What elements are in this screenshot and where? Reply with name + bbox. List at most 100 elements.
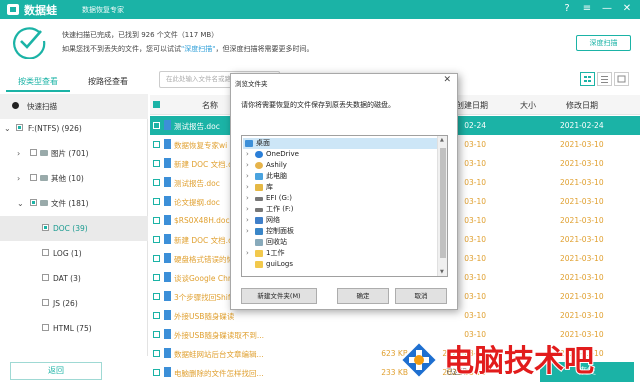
chevron-right-icon[interactable]: › (17, 166, 20, 191)
grid-view-icon[interactable] (580, 72, 595, 86)
chevron-right-icon[interactable]: › (17, 141, 20, 166)
tab-by-path[interactable]: 按路径查看 (76, 72, 140, 92)
file-name: 外接USB随身碟读 (174, 312, 235, 321)
tree-node-desktop[interactable]: 桌面 (243, 138, 438, 149)
row-checkbox[interactable] (153, 293, 160, 300)
folder-icon (40, 200, 48, 206)
row-checkbox[interactable] (153, 312, 160, 319)
tree-node-control-panel[interactable]: › 控制面板 (243, 226, 438, 237)
row-checkbox[interactable] (153, 141, 160, 148)
ok-button[interactable]: 确定 (337, 288, 389, 304)
back-button[interactable]: 返回 (10, 362, 102, 380)
scroll-thumb[interactable] (440, 148, 446, 258)
tree-node-label: Ashily (266, 161, 287, 169)
chevron-down-icon[interactable]: ⌄ (4, 116, 11, 141)
tree-item-dat[interactable]: DAT (3) (0, 266, 148, 291)
folder-tree[interactable]: 桌面 › OneDrive › Ashily › 此电脑 › 库 › EFI (… (241, 135, 448, 277)
tree-node-label: EFI (G:) (266, 194, 292, 202)
tree-node-onedrive[interactable]: › OneDrive (243, 149, 438, 160)
list-view-icon[interactable] (597, 72, 612, 86)
help-icon[interactable]: ? (560, 2, 574, 16)
detail-view-icon[interactable] (614, 72, 629, 86)
row-checkbox[interactable] (153, 122, 160, 129)
file-modified: 2021-03-10 (560, 311, 604, 320)
chevron-right-icon[interactable]: › (246, 248, 249, 259)
select-all-checkbox[interactable] (153, 101, 160, 108)
tree-item-html[interactable]: HTML (75) (0, 316, 148, 341)
close-icon[interactable]: ✕ (620, 2, 634, 16)
checkbox[interactable] (16, 124, 23, 131)
cancel-button[interactable]: 取消 (395, 288, 447, 304)
tree-node-work-folder[interactable]: › 1工作 (243, 248, 438, 259)
row-checkbox[interactable] (153, 331, 160, 338)
row-checkbox[interactable] (153, 217, 160, 224)
checkbox[interactable] (30, 174, 37, 181)
chevron-right-icon[interactable]: › (246, 171, 249, 182)
checkbox[interactable] (42, 324, 49, 331)
tree-node-label: guiLogs (266, 260, 293, 268)
file-name: 电脑删除的文件怎样找回... (174, 369, 264, 378)
tree-node-guilogs[interactable]: guiLogs (243, 259, 438, 270)
checkbox[interactable] (42, 274, 49, 281)
row-checkbox[interactable] (153, 274, 160, 281)
scan-complete-check-icon (13, 27, 46, 59)
column-modified[interactable]: 修改日期 (566, 100, 598, 111)
tree-node-this-pc[interactable]: › 此电脑 (243, 171, 438, 182)
file-modified: 2021-03-10 (560, 292, 604, 301)
tree-node-library[interactable]: › 库 (243, 182, 438, 193)
dialog-close-icon[interactable]: ✕ (443, 75, 451, 85)
chevron-right-icon[interactable]: › (246, 226, 249, 237)
row-checkbox[interactable] (153, 369, 160, 376)
tree-node-label: 此电脑 (266, 172, 287, 180)
tree-item-other[interactable]: › 其他 (10) (0, 166, 148, 191)
dialog-message: 请你将需要恢复的文件保存到原丢失数据的磁盘。 (241, 101, 395, 109)
tree-item-label: F:(NTFS) (926) (28, 124, 82, 133)
chevron-right-icon[interactable]: › (246, 193, 249, 204)
doc-file-icon (164, 310, 171, 320)
row-checkbox[interactable] (153, 236, 160, 243)
menu-icon[interactable]: ≡ (580, 2, 594, 16)
app-subtitle: 数据恢复专家 (82, 6, 124, 14)
tree-item-label: HTML (75) (53, 324, 92, 333)
tree-item-log[interactable]: LOG (1) (0, 241, 148, 266)
row-checkbox[interactable] (153, 350, 160, 357)
chevron-down-icon[interactable]: ⌄ (17, 191, 24, 216)
tree-node-efi[interactable]: › EFI (G:) (243, 193, 438, 204)
checkbox[interactable] (30, 149, 37, 156)
chevron-right-icon[interactable]: › (246, 215, 249, 226)
tree-item-drive-f[interactable]: ⌄ F:(NTFS) (926) (0, 116, 148, 141)
checkbox[interactable] (42, 249, 49, 256)
checkbox[interactable] (42, 299, 49, 306)
chevron-right-icon[interactable]: › (246, 182, 249, 193)
minimize-icon[interactable]: — (600, 2, 614, 16)
column-size[interactable]: 大小 (520, 100, 536, 111)
chevron-right-icon[interactable]: › (246, 160, 249, 171)
checkbox[interactable] (30, 199, 37, 206)
tree-node-network[interactable]: › 网络 (243, 215, 438, 226)
column-name[interactable]: 名称 (202, 100, 218, 111)
browse-folder-dialog: 浏览文件夹 ✕ 请你将需要恢复的文件保存到原丢失数据的磁盘。 桌面 › OneD… (230, 73, 458, 310)
tree-item-doc[interactable]: DOC (39) (0, 216, 148, 241)
checkbox[interactable] (42, 224, 49, 231)
tab-by-type[interactable]: 按类型查看 (6, 72, 70, 92)
tree-node-work-drive[interactable]: › 工作 (F:) (243, 204, 438, 215)
deep-scan-link[interactable]: "深度扫描" (181, 45, 215, 53)
tree-item-js[interactable]: JS (26) (0, 291, 148, 316)
tree-node-user[interactable]: › Ashily (243, 160, 438, 171)
new-folder-button[interactable]: 新建文件夹(M) (241, 288, 317, 304)
chevron-right-icon[interactable]: › (246, 204, 249, 215)
row-checkbox[interactable] (153, 255, 160, 262)
row-checkbox[interactable] (153, 160, 160, 167)
tree-item-documents[interactable]: ⌄ 文件 (181) (0, 191, 148, 216)
doc-file-icon (164, 177, 171, 187)
chevron-right-icon[interactable]: › (246, 149, 249, 160)
tree-item-images[interactable]: › 图片 (701) (0, 141, 148, 166)
scroll-up-icon[interactable]: ▲ (440, 137, 444, 143)
folder-tree-scrollbar[interactable]: ▲ ▼ (437, 136, 447, 276)
scroll-down-icon[interactable]: ▼ (440, 269, 444, 275)
column-created[interactable]: 创建日期 (456, 100, 488, 111)
tree-node-recycle-bin[interactable]: 回收站 (243, 237, 438, 248)
row-checkbox[interactable] (153, 198, 160, 205)
row-checkbox[interactable] (153, 179, 160, 186)
deep-scan-button[interactable]: 深度扫描 (576, 35, 631, 51)
